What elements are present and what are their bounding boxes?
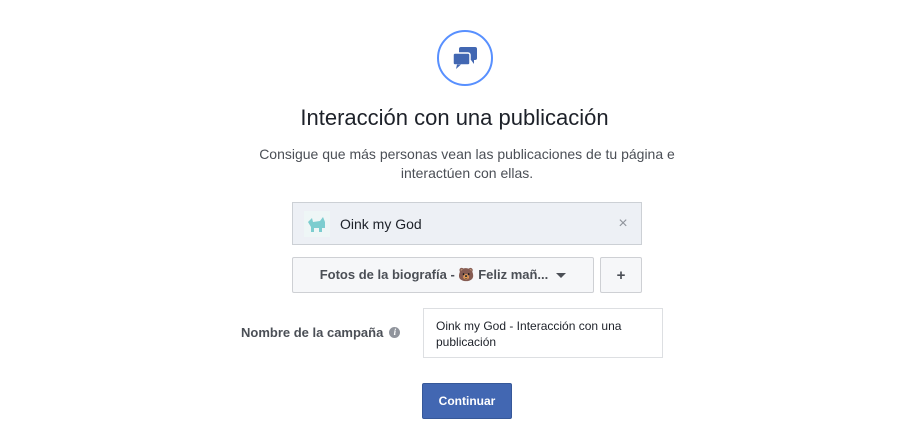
page-thumbnail-icon	[304, 210, 330, 237]
page-subtitle: Consigue que más personas vean las publi…	[259, 146, 675, 181]
campaign-name-label: Nombre de la campaña i	[241, 325, 401, 340]
chat-bubbles-icon	[437, 30, 493, 86]
clear-page-icon[interactable]: ×	[615, 215, 631, 232]
chevron-down-icon	[556, 272, 567, 278]
post-selector-label: Fotos de la biografía - 🐻 Feliz mañ...	[319, 267, 549, 282]
post-selector-dropdown[interactable]: Fotos de la biografía - 🐻 Feliz mañ...	[292, 257, 594, 293]
continue-button[interactable]: Continuar	[422, 383, 512, 419]
add-post-button[interactable]: +	[600, 257, 642, 293]
boost-post-dialog: Interacción con una publicación Consigue…	[0, 0, 909, 440]
page-name: Oink my God	[340, 215, 422, 232]
campaign-name-input[interactable]: Oink my God - Interacción con una public…	[423, 308, 663, 358]
page-selector[interactable]: Oink my God ×	[292, 202, 642, 245]
campaign-name-label-text: Nombre de la campaña	[241, 325, 384, 340]
page-title: Interacción con una publicación	[300, 105, 609, 130]
info-icon[interactable]: i	[389, 327, 401, 338]
